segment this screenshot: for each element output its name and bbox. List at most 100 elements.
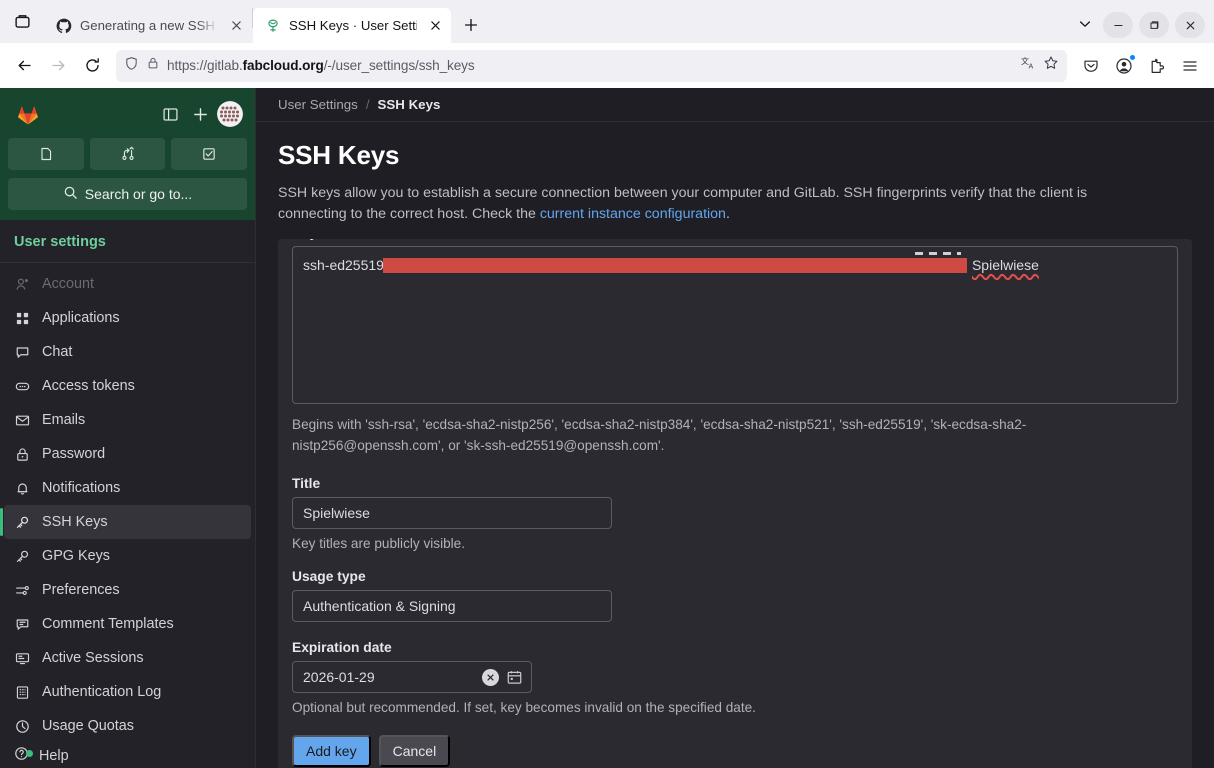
- key-field-label: Key: [292, 239, 1178, 240]
- merge-requests-icon[interactable]: [89, 138, 166, 170]
- usage-type-select[interactable]: Authentication & Signing: [292, 590, 612, 623]
- sidebar-item-emails[interactable]: Emails: [4, 403, 251, 437]
- shield-icon[interactable]: [124, 56, 139, 76]
- tab-strip: Generating a new SSH key SSH Keys · User…: [0, 0, 1214, 43]
- sidebar-item-label: Authentication Log: [42, 684, 162, 700]
- key-input[interactable]: ssh-ed25519 Spielwiese: [292, 246, 1178, 405]
- page-description-period: .: [725, 206, 730, 223]
- sidebar-item-preferences[interactable]: Preferences: [4, 573, 251, 607]
- account-icon[interactable]: [1108, 50, 1140, 82]
- page-content: SSH Keys SSH keys allow you to establish…: [256, 122, 1214, 768]
- usage-type-field-label: Usage type: [292, 569, 366, 585]
- bookmark-star-icon[interactable]: [1043, 55, 1059, 76]
- page-title: SSH Keys: [278, 140, 400, 171]
- url-prefix: https://gitlab.: [167, 58, 243, 73]
- sidebar-item-active-sessions[interactable]: Active Sessions: [4, 641, 251, 675]
- sidebar-item-password[interactable]: Password: [4, 437, 251, 471]
- browser-tab-inactive[interactable]: Generating a new SSH key: [44, 8, 252, 43]
- sidebar-item-comment-templates[interactable]: Comment Templates: [4, 607, 251, 641]
- issues-icon[interactable]: [8, 138, 84, 170]
- search-placeholder: Search or go to...: [84, 186, 193, 202]
- new-tab-button[interactable]: [455, 9, 487, 41]
- toggle-sidebar-icon[interactable]: [155, 99, 185, 129]
- usage-type-value: Authentication & Signing: [303, 598, 456, 615]
- account-icon: [14, 276, 30, 292]
- close-icon[interactable]: [425, 16, 445, 36]
- token-icon: [14, 378, 30, 394]
- title-field-label: Title: [292, 476, 321, 492]
- sidebar-item-label: Emails: [42, 412, 86, 428]
- breadcrumb-parent[interactable]: User Settings: [278, 97, 358, 112]
- sidebar-item-access-tokens[interactable]: Access tokens: [4, 369, 251, 403]
- close-button[interactable]: [1175, 12, 1205, 38]
- todo-list-icon[interactable]: [171, 138, 248, 170]
- key-field-help: Begins with 'ssh-rsa', 'ecdsa-sha2-nistp…: [292, 417, 1027, 454]
- calendar-icon[interactable]: [505, 668, 523, 686]
- key-icon: [14, 514, 30, 530]
- sidebar-item-label: Active Sessions: [42, 650, 144, 666]
- sidebar-item-usage-quotas[interactable]: Usage Quotas: [4, 709, 251, 743]
- sidebar-item-label: Notifications: [42, 480, 121, 496]
- forward-icon[interactable]: [42, 50, 74, 82]
- maximize-button[interactable]: [1139, 12, 1169, 38]
- sidebar-item-applications[interactable]: Applications: [4, 301, 251, 335]
- add-key-button[interactable]: Add key: [292, 735, 371, 768]
- browser-tab-active[interactable]: SSH Keys · User Settings ·: [253, 8, 451, 43]
- navigation-toolbar: https://gitlab.fabcloud.org/-/user_setti…: [0, 43, 1214, 88]
- sidebar-item-chat[interactable]: Chat: [4, 335, 251, 369]
- title-input[interactable]: Spielwiese: [292, 497, 612, 530]
- tab-title: Generating a new SSH key: [80, 18, 218, 33]
- sidebar-item-label: Password: [42, 446, 106, 462]
- sidebar-item-authentication-log[interactable]: Authentication Log: [4, 675, 251, 709]
- url-bar[interactable]: https://gitlab.fabcloud.org/-/user_setti…: [116, 49, 1067, 82]
- bell-icon: [14, 480, 30, 496]
- chat-icon: [14, 344, 30, 360]
- lock-icon[interactable]: [146, 56, 160, 75]
- expiration-date-field-label: Expiration date: [292, 640, 392, 656]
- gitlab-app: Search or go to... User settings Account: [0, 88, 1214, 768]
- key-value-comment: Spielwiese: [971, 257, 1039, 274]
- breadcrumb-separator: /: [365, 97, 370, 113]
- list-all-tabs-button[interactable]: [1067, 8, 1103, 40]
- sidebar-item-gpg-keys[interactable]: GPG Keys: [4, 539, 251, 573]
- cancel-button[interactable]: Cancel: [378, 735, 451, 768]
- extensions-icon[interactable]: [1141, 50, 1173, 82]
- browser-chrome: Generating a new SSH key SSH Keys · User…: [0, 0, 1214, 88]
- sidebar-item-label: Preferences: [42, 582, 120, 598]
- sidebar-item-notifications[interactable]: Notifications: [4, 471, 251, 505]
- instance-configuration-link[interactable]: current instance configuration: [540, 206, 726, 222]
- sidebar-help-label: Help: [39, 747, 69, 764]
- log-icon: [14, 684, 30, 700]
- reload-icon[interactable]: [76, 50, 108, 82]
- breadcrumb: User Settings / SSH Keys: [256, 88, 1214, 123]
- back-icon[interactable]: [8, 50, 40, 82]
- clear-circle-icon[interactable]: [482, 668, 499, 686]
- monitor-icon: [14, 650, 30, 666]
- sidebar: Search or go to... User settings Account: [0, 88, 256, 768]
- search-input[interactable]: Search or go to...: [8, 178, 247, 210]
- user-avatar[interactable]: [217, 101, 243, 127]
- app-menu-icon[interactable]: [1174, 50, 1206, 82]
- comment-icon: [14, 616, 30, 632]
- gitlab-tanuki-icon[interactable]: [16, 102, 40, 126]
- url-text[interactable]: https://gitlab.fabcloud.org/-/user_setti…: [167, 58, 1014, 73]
- create-new-icon[interactable]: [185, 99, 215, 129]
- key-icon: [14, 548, 30, 564]
- sidebar-item-account[interactable]: Account: [4, 267, 251, 301]
- save-to-pocket-icon[interactable]: [1075, 50, 1107, 82]
- sidebar-item-ssh-keys[interactable]: SSH Keys: [0, 505, 251, 539]
- expiration-date-input[interactable]: 2026-01-29: [292, 661, 532, 694]
- sidebar-section-title: User settings: [0, 220, 255, 263]
- translate-icon[interactable]: 文 A: [1021, 55, 1037, 76]
- minimize-button[interactable]: [1103, 12, 1133, 38]
- close-icon[interactable]: [226, 16, 246, 36]
- form-actions: Add key Cancel: [292, 735, 1178, 768]
- lock-icon: [14, 446, 30, 462]
- sidebar-item-label: Access tokens: [42, 378, 135, 394]
- email-icon: [14, 412, 30, 428]
- sidebar-help-button[interactable]: Help: [0, 743, 255, 768]
- firefox-view-button[interactable]: [0, 0, 44, 43]
- expiration-date-help: Optional but recommended. If set, key be…: [292, 700, 756, 716]
- sidebar-item-label: Chat: [42, 344, 73, 360]
- sidebar-item-label: GPG Keys: [42, 548, 110, 564]
